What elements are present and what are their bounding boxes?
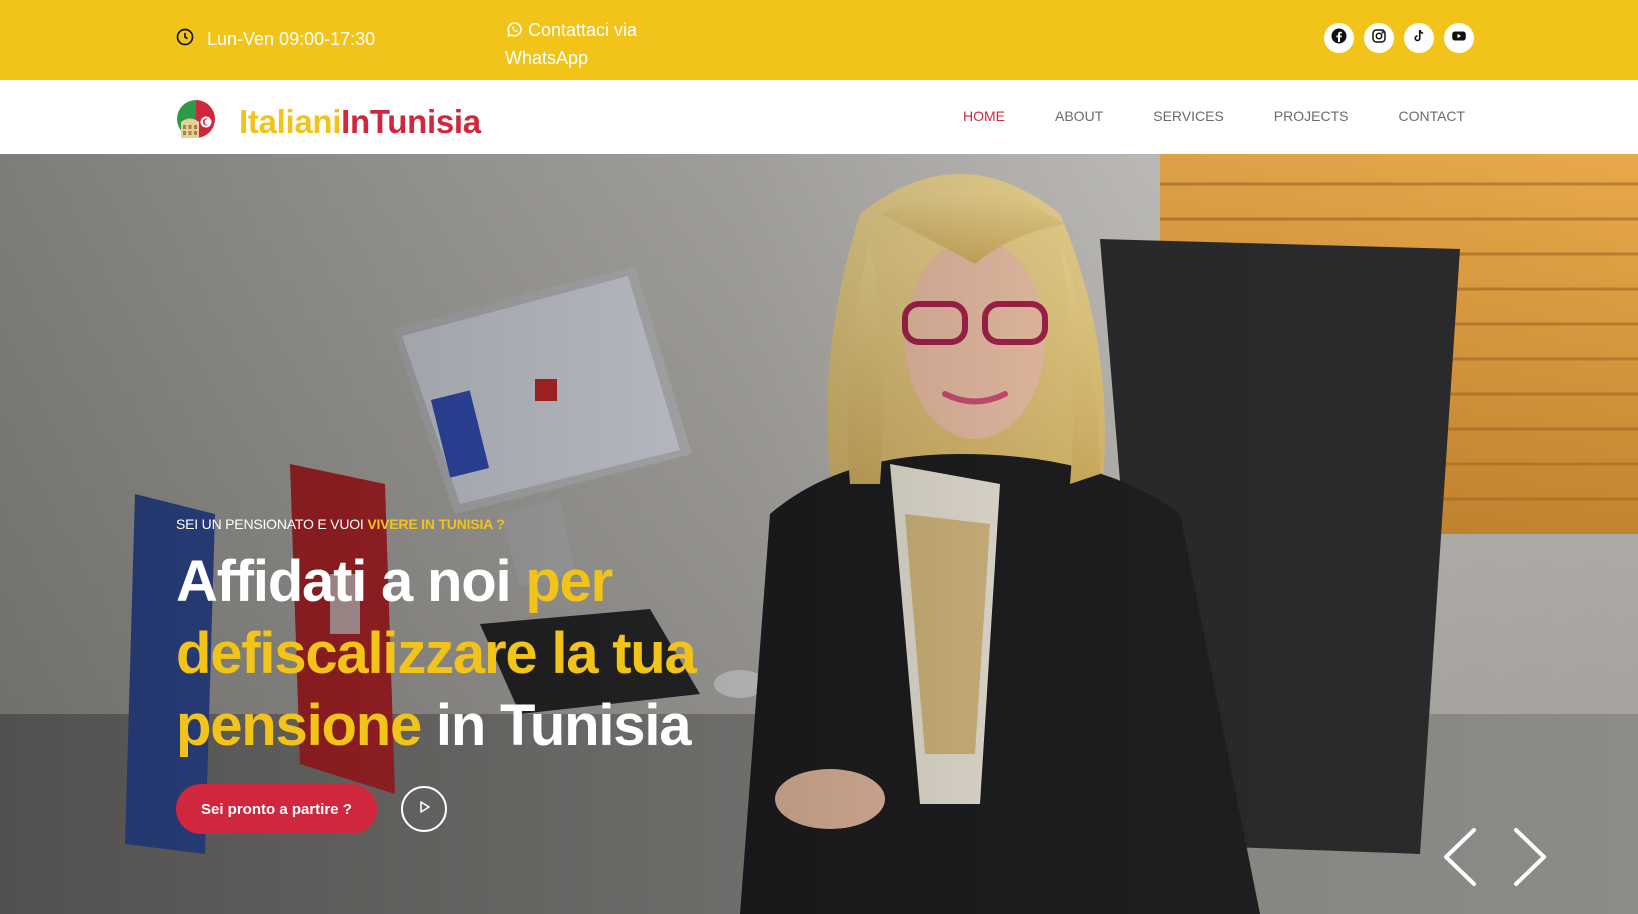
- slider-next-button[interactable]: [1510, 826, 1550, 893]
- hero-eyebrow-text: SEI UN PENSIONATO E VUOI: [176, 516, 364, 532]
- main-nav: HOME ABOUT SERVICES PROJECTS CONTACT: [963, 108, 1515, 124]
- social-links: [1324, 23, 1474, 53]
- whatsapp-contact-link[interactable]: Contattaci via WhatsApp: [505, 16, 685, 72]
- opening-hours-text: Lun-Ven 09:00-17:30: [207, 29, 376, 49]
- logo-text: ItalianiInTunisia: [239, 103, 481, 141]
- play-video-button[interactable]: [400, 786, 447, 832]
- nav-item-home[interactable]: HOME: [963, 108, 1005, 124]
- logo-text-intunisia: InTunisia: [341, 102, 481, 140]
- logo-text-italiani: Italiani: [239, 102, 342, 140]
- site-header: ItalianiInTunisia HOME ABOUT SERVICES PR…: [0, 80, 1638, 154]
- nav-item-contact[interactable]: CONTACT: [1398, 108, 1465, 124]
- opening-hours: Lun-Ven 09:00-17:30: [175, 27, 375, 52]
- hero-content: SEI UN PENSIONATO E VUOI VIVERE IN TUNIS…: [176, 516, 816, 762]
- hero-slider: SEI UN PENSIONATO E VUOI VIVERE IN TUNIS…: [0, 154, 1638, 914]
- logo-emblem-icon: [175, 98, 217, 145]
- whatsapp-icon: [505, 20, 528, 40]
- chevron-right-icon: [1510, 828, 1550, 892]
- instagram-icon: [1370, 27, 1388, 50]
- play-icon: [416, 799, 432, 820]
- headline-part-1: Affidati a noi: [176, 549, 512, 614]
- tiktok-icon: [1410, 27, 1428, 50]
- tiktok-link[interactable]: [1404, 23, 1434, 53]
- nav-item-services[interactable]: SERVICES: [1153, 108, 1224, 124]
- instagram-link[interactable]: [1364, 23, 1394, 53]
- facebook-icon: [1330, 27, 1348, 50]
- chevron-left-icon: [1440, 828, 1480, 892]
- nav-item-about[interactable]: ABOUT: [1055, 108, 1103, 124]
- slider-prev-button[interactable]: [1440, 826, 1480, 893]
- headline-part-3: in Tunisia: [435, 693, 692, 758]
- slider-arrows: [1440, 826, 1550, 893]
- youtube-icon: [1450, 27, 1468, 50]
- site-logo[interactable]: ItalianiInTunisia: [175, 98, 481, 145]
- youtube-link[interactable]: [1444, 23, 1474, 53]
- hero-actions: Sei pronto a partire ?: [176, 784, 447, 834]
- facebook-link[interactable]: [1324, 23, 1354, 53]
- hero-eyebrow: SEI UN PENSIONATO E VUOI VIVERE IN TUNIS…: [176, 516, 816, 532]
- hero-headline: Affidati a noi per defiscalizzare la tua…: [176, 546, 816, 762]
- hero-eyebrow-highlight: VIVERE IN TUNISIA ?: [367, 516, 505, 532]
- cta-button[interactable]: Sei pronto a partire ?: [176, 784, 377, 834]
- nav-item-projects[interactable]: PROJECTS: [1274, 108, 1349, 124]
- top-bar: Lun-Ven 09:00-17:30 Contattaci via Whats…: [0, 0, 1638, 80]
- clock-icon: [175, 27, 195, 52]
